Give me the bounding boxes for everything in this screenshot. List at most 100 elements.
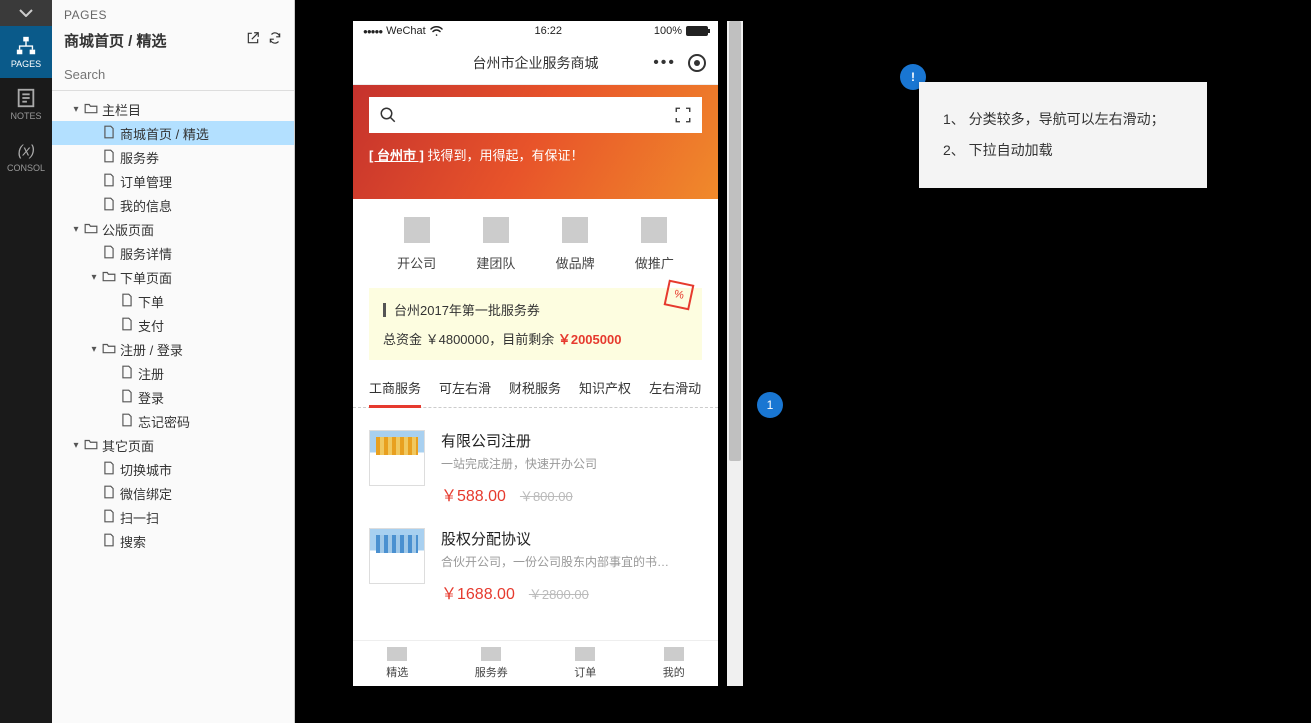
category-tab[interactable]: 可左右滑 bbox=[439, 378, 491, 407]
bottom-nav: 精选服务券 订单 我的 bbox=[353, 640, 718, 686]
tree-row[interactable]: 服务详情 bbox=[52, 241, 294, 265]
banner-text: [ 台州市 ] 找得到，用得起，有保证！ bbox=[369, 145, 702, 164]
tree-row[interactable]: ▾公版页面 bbox=[52, 217, 294, 241]
product-price: ￥588.00 bbox=[441, 482, 506, 506]
preview-scrollbar[interactable] bbox=[727, 21, 743, 686]
rail-console[interactable]: (x) CONSOL bbox=[0, 130, 52, 182]
tree-row[interactable]: ▾ 其它页面 bbox=[52, 433, 294, 457]
tree-row[interactable]: 忘记密码 bbox=[52, 409, 294, 433]
tree-row[interactable]: 商城首页 / 精选 bbox=[52, 121, 294, 145]
tree-row[interactable]: 服务券 bbox=[52, 145, 294, 169]
nav-placeholder-icon bbox=[575, 647, 595, 661]
statusbar: ●●●●● WeChat 16:22 100% bbox=[353, 21, 718, 41]
left-rail: PAGES NOTES (x) CONSOL bbox=[0, 0, 52, 723]
rail-notes[interactable]: NOTES bbox=[0, 78, 52, 130]
tree-label: 微信绑定 bbox=[120, 484, 172, 503]
share-icon[interactable] bbox=[246, 31, 260, 50]
phone-body[interactable]: [ 台州市 ] 找得到，用得起，有保证！ 开公司 建团队做品牌 做推广 % 台州20… bbox=[353, 85, 718, 640]
folder-icon bbox=[100, 270, 118, 285]
voucher-title: 台州2017年第一批服务券 bbox=[394, 300, 540, 319]
banner-city[interactable]: [ 台州市 ] bbox=[369, 148, 424, 163]
rail-pages[interactable]: PAGES bbox=[0, 26, 52, 78]
product-item[interactable]: 有限公司注册一站完成注册，快速开办公司￥588.00￥800.00 bbox=[353, 408, 718, 506]
refresh-icon[interactable] bbox=[268, 31, 282, 50]
target-icon[interactable] bbox=[688, 54, 706, 72]
tree-row[interactable]: 支付 bbox=[52, 313, 294, 337]
tree-label: 注册 bbox=[138, 364, 164, 383]
product-title: 有限公司注册 bbox=[441, 430, 702, 451]
product-item[interactable]: 股权分配协议合伙开公司，一份公司股东内部事宜的书…￥1688.00￥2800.0… bbox=[353, 506, 718, 604]
tree-row[interactable]: ▾主栏目 bbox=[52, 97, 294, 121]
tree-row[interactable]: ▾ 注册 / 登录 bbox=[52, 337, 294, 361]
product-list: 有限公司注册一站完成注册，快速开办公司￥588.00￥800.00股权分配协议合… bbox=[353, 408, 718, 604]
nav-placeholder-icon bbox=[664, 647, 684, 661]
folder-icon bbox=[82, 222, 100, 237]
rail-console-label: CONSOL bbox=[7, 163, 45, 173]
tree-row[interactable]: 扫一扫 bbox=[52, 505, 294, 529]
nav-label: 服务券 bbox=[475, 664, 508, 680]
tree-row[interactable]: 下单 bbox=[52, 289, 294, 313]
category-label: 做品牌 bbox=[556, 253, 595, 272]
caret-icon: ▾ bbox=[88, 272, 100, 283]
app-title: 台州市企业服务商城 bbox=[473, 53, 599, 73]
category-item[interactable]: 做品牌 bbox=[556, 217, 595, 272]
tree-row[interactable]: ▾下单页面 bbox=[52, 265, 294, 289]
banner-slogan: 找得到，用得起，有保证！ bbox=[424, 148, 584, 163]
status-time: 16:22 bbox=[535, 25, 563, 37]
category-label: 做推广 bbox=[635, 253, 674, 272]
tree-label: 服务券 bbox=[120, 148, 159, 167]
category-tab[interactable]: 工商服务 bbox=[369, 378, 421, 408]
bottom-nav-item[interactable]: 我的 bbox=[663, 647, 685, 680]
tree-row[interactable]: 登录 bbox=[52, 385, 294, 409]
voucher-sub: 总资金 ￥4800000，目前剩余 ￥2005000 bbox=[383, 329, 688, 348]
page-icon bbox=[118, 413, 136, 430]
page-icon bbox=[100, 245, 118, 262]
nav-label: 订单 bbox=[574, 664, 596, 680]
rail-pages-label: PAGES bbox=[11, 59, 41, 69]
category-row: 开公司 建团队做品牌 做推广 bbox=[353, 199, 718, 288]
scan-icon[interactable] bbox=[674, 106, 692, 124]
category-tab[interactable]: 财税服务 bbox=[509, 378, 561, 407]
category-placeholder-icon bbox=[641, 217, 667, 243]
tree-row[interactable]: 订单管理 bbox=[52, 169, 294, 193]
caret-icon: ▾ bbox=[70, 440, 82, 451]
category-item[interactable]: 做推广 bbox=[635, 217, 674, 272]
category-item[interactable]: 开公司 bbox=[397, 217, 436, 272]
note-line-2: 2、 下拉自动加载 bbox=[943, 135, 1183, 166]
tree-row[interactable]: 注册 bbox=[52, 361, 294, 385]
tree-label: 其它页面 bbox=[102, 436, 154, 455]
tree-row[interactable]: 切换城市 bbox=[52, 457, 294, 481]
tree-label: 注册 / 登录 bbox=[120, 340, 183, 359]
category-tab[interactable]: 左右滑动 bbox=[649, 378, 701, 407]
tree-label: 支付 bbox=[138, 316, 164, 335]
tree-label: 我的信息 bbox=[120, 196, 172, 215]
bottom-nav-item[interactable]: 精选 bbox=[386, 647, 408, 680]
caret-icon: ▾ bbox=[88, 344, 100, 355]
product-price: ￥1688.00 bbox=[441, 580, 515, 604]
voucher-card[interactable]: % 台州2017年第一批服务券 总资金 ￥4800000，目前剩余 ￥20050… bbox=[369, 288, 702, 360]
sidebar-search-input[interactable] bbox=[64, 63, 282, 86]
category-label: 开公司 bbox=[397, 253, 436, 272]
category-tab[interactable]: 知识产权 bbox=[579, 378, 631, 407]
search-box[interactable] bbox=[369, 97, 702, 133]
rail-dropdown[interactable] bbox=[0, 0, 52, 26]
phone-mockup: ●●●●● WeChat 16:22 100% 台州市企业服务商城 ••• bbox=[353, 21, 718, 686]
svg-text:(x): (x) bbox=[18, 144, 35, 160]
bottom-nav-item[interactable]: 服务券 bbox=[475, 647, 508, 680]
annotation-marker-1[interactable]: 1 bbox=[757, 392, 783, 418]
sidebar-path-row: 商城首页 / 精选 bbox=[52, 26, 294, 59]
bottom-nav-item[interactable]: 订单 bbox=[574, 647, 596, 680]
tree-row[interactable]: 微信绑定 bbox=[52, 481, 294, 505]
more-icon[interactable]: ••• bbox=[653, 54, 676, 72]
tree-row[interactable]: 我的信息 bbox=[52, 193, 294, 217]
tree-label: 忘记密码 bbox=[138, 412, 190, 431]
sidebar-title: PAGES bbox=[64, 8, 282, 22]
tree-row[interactable]: 搜索 bbox=[52, 529, 294, 553]
product-desc: 一站完成注册，快速开办公司 bbox=[441, 455, 671, 472]
page-icon bbox=[100, 149, 118, 166]
product-title: 股权分配协议 bbox=[441, 528, 702, 549]
category-item[interactable]: 建团队 bbox=[476, 217, 515, 272]
sitemap-icon bbox=[15, 35, 37, 57]
scroll-thumb[interactable] bbox=[729, 21, 741, 461]
product-image bbox=[369, 430, 425, 486]
